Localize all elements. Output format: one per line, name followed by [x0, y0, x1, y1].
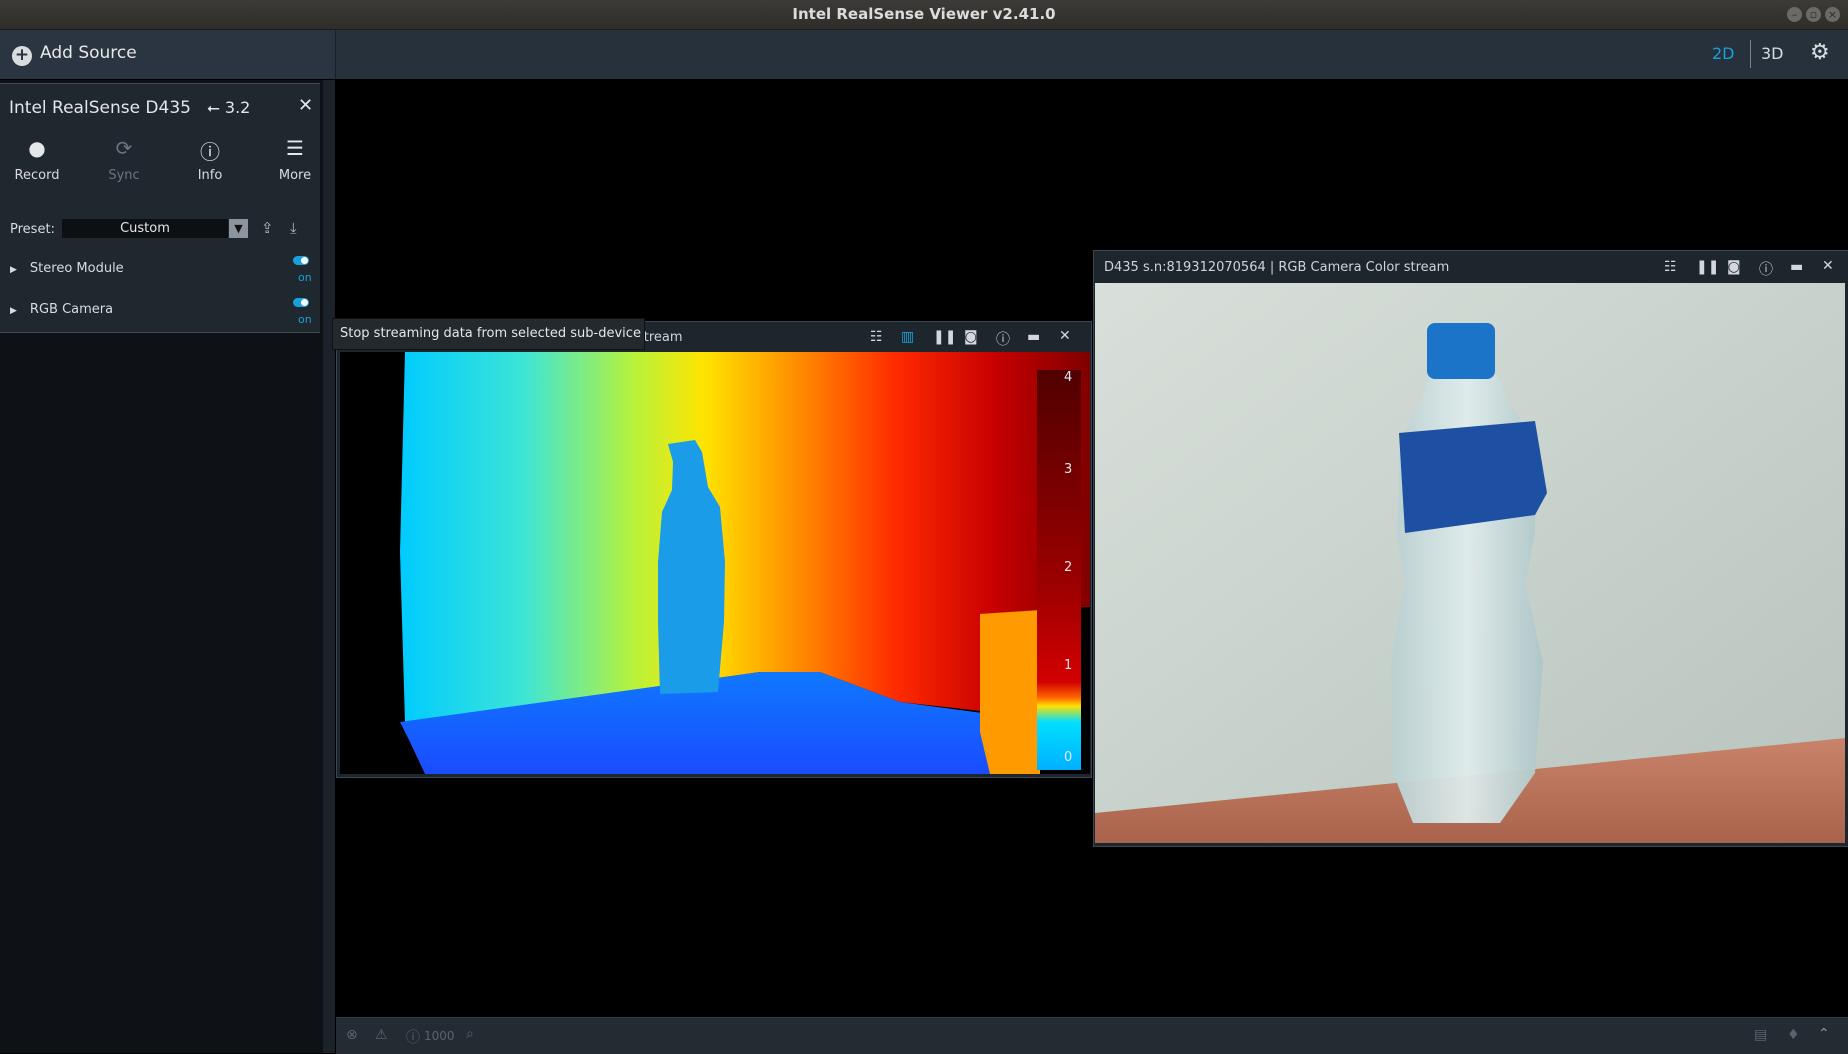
maximize-window-icon[interactable]: ▬: [1027, 329, 1040, 345]
expand-triangle-icon: ▶: [10, 265, 17, 275]
add-source-button[interactable]: + Add Source: [12, 43, 137, 66]
stereo-module-toggle[interactable]: [293, 256, 309, 265]
usb-version: 3.2: [224, 98, 251, 117]
preset-select[interactable]: Custom: [62, 219, 228, 238]
maximize-window-icon[interactable]: ▬: [1790, 259, 1803, 275]
record-button[interactable]: ● Record: [7, 136, 67, 183]
rgb-stream-title: D435 s.n:819312070564 | RGB Camera Color…: [1104, 260, 1450, 275]
window-title: Intel RealSense Viewer v2.41.0: [792, 5, 1056, 23]
view-toolbar: 2D 3D ⚙: [336, 30, 1848, 79]
maximize-icon[interactable]: ▫: [1806, 7, 1821, 22]
status-bar: ⊗ ⚠ ⓘ 1000 ⌕ ▤ ♦ ⌃: [336, 1017, 1848, 1054]
metadata-list-icon[interactable]: ☷: [1664, 259, 1677, 275]
sidebar-scrollbar[interactable]: [323, 80, 335, 1053]
colormap-tick: 1: [1064, 658, 1073, 673]
warning-icon[interactable]: ⚠: [375, 1027, 388, 1043]
rgb-bottle-cap: [1427, 323, 1495, 379]
menu-icon: ☰: [286, 136, 304, 160]
info-filter-icon[interactable]: ⓘ: [406, 1027, 420, 1047]
log-settings-icon[interactable]: ▤: [1754, 1027, 1767, 1043]
preset-label: Preset:: [10, 222, 55, 237]
download-icon[interactable]: ⤓: [290, 219, 297, 237]
metadata-list-icon[interactable]: ☷: [870, 329, 883, 345]
rgb-camera-state: on: [298, 313, 312, 326]
rgb-camera-toggle[interactable]: [293, 298, 309, 307]
drop-icon[interactable]: ♦: [1787, 1027, 1800, 1043]
camera-snapshot-icon[interactable]: ◙: [1727, 259, 1741, 275]
sync-label: Sync: [108, 168, 140, 183]
pause-icon[interactable]: ❚❚: [933, 329, 956, 345]
view-2d-button[interactable]: 2D: [1712, 44, 1735, 63]
record-icon: ●: [28, 136, 46, 160]
more-button[interactable]: ☰ More: [265, 136, 325, 183]
clear-log-icon[interactable]: ⊗: [346, 1027, 358, 1043]
device-name: Intel RealSense D435: [9, 98, 191, 118]
close-icon[interactable]: ✕: [1822, 258, 1834, 274]
info-label: Info: [197, 168, 223, 183]
info-icon[interactable]: ⓘ: [996, 329, 1010, 349]
colormap-legend: 4 3 2 1 0: [1037, 370, 1081, 770]
info-button[interactable]: ⓘ Info: [180, 136, 240, 183]
sync-button[interactable]: ⟳ Sync: [94, 136, 154, 183]
histogram-icon[interactable]: ▥: [901, 329, 914, 345]
info-icon: ⓘ: [200, 140, 220, 164]
stereo-module-row[interactable]: ▶ Stereo Module: [10, 261, 124, 276]
colormap-tick: 4: [1064, 370, 1073, 385]
depth-near-region: [980, 610, 1040, 774]
left-toolbar: + Add Source: [0, 30, 336, 79]
log-counter: 1000: [424, 1029, 455, 1043]
search-icon[interactable]: ⌕: [466, 1026, 474, 1042]
expand-triangle-icon: ▶: [10, 306, 17, 316]
pause-icon[interactable]: ❚❚: [1696, 259, 1719, 275]
sync-icon: ⟳: [115, 136, 133, 160]
minimize-icon[interactable]: –: [1787, 7, 1802, 22]
colormap-tick: 0: [1064, 750, 1073, 765]
settings-gear-icon[interactable]: ⚙: [1810, 40, 1830, 65]
window-close-icon[interactable]: ×: [1825, 7, 1840, 22]
window-titlebar: Intel RealSense Viewer v2.41.0 – ▫ ×: [0, 0, 1848, 30]
colormap-tick: 3: [1064, 462, 1073, 477]
stereo-module-label: Stereo Module: [29, 261, 124, 276]
plus-icon: +: [12, 46, 32, 66]
usb-icon: ⭠: [207, 98, 220, 117]
close-icon[interactable]: ✕: [1059, 328, 1071, 344]
remove-device-button[interactable]: ✕: [298, 95, 313, 116]
rgb-camera-label: RGB Camera: [29, 302, 114, 317]
chevron-down-icon[interactable]: ▼: [229, 219, 248, 238]
record-label: Record: [14, 168, 60, 183]
expand-log-icon[interactable]: ⌃: [1818, 1026, 1830, 1042]
toolbar-divider: [1750, 40, 1751, 68]
colormap-bar: [1037, 370, 1081, 770]
rgb-camera-row[interactable]: ▶ RGB Camera: [10, 302, 113, 317]
camera-snapshot-icon[interactable]: ◙: [964, 329, 978, 345]
colormap-tick: 2: [1064, 560, 1073, 575]
rgb-bottle-label: [1399, 421, 1547, 533]
info-icon[interactable]: ⓘ: [1759, 259, 1773, 279]
more-label: More: [278, 168, 312, 183]
view-3d-button[interactable]: 3D: [1761, 44, 1784, 63]
rgb-image: [1095, 283, 1845, 843]
stereo-module-state: on: [298, 271, 312, 284]
stop-streaming-tooltip: Stop streaming data from selected sub-de…: [332, 318, 645, 350]
upload-icon[interactable]: ⇪: [261, 219, 274, 237]
device-panel: Intel RealSense D435 ⭠ 3.2 ✕ ● Record ⟳ …: [0, 83, 320, 333]
depth-image: [340, 352, 1090, 774]
usb-type: ⭠ 3.2: [207, 98, 250, 118]
add-source-label: Add Source: [40, 43, 137, 63]
